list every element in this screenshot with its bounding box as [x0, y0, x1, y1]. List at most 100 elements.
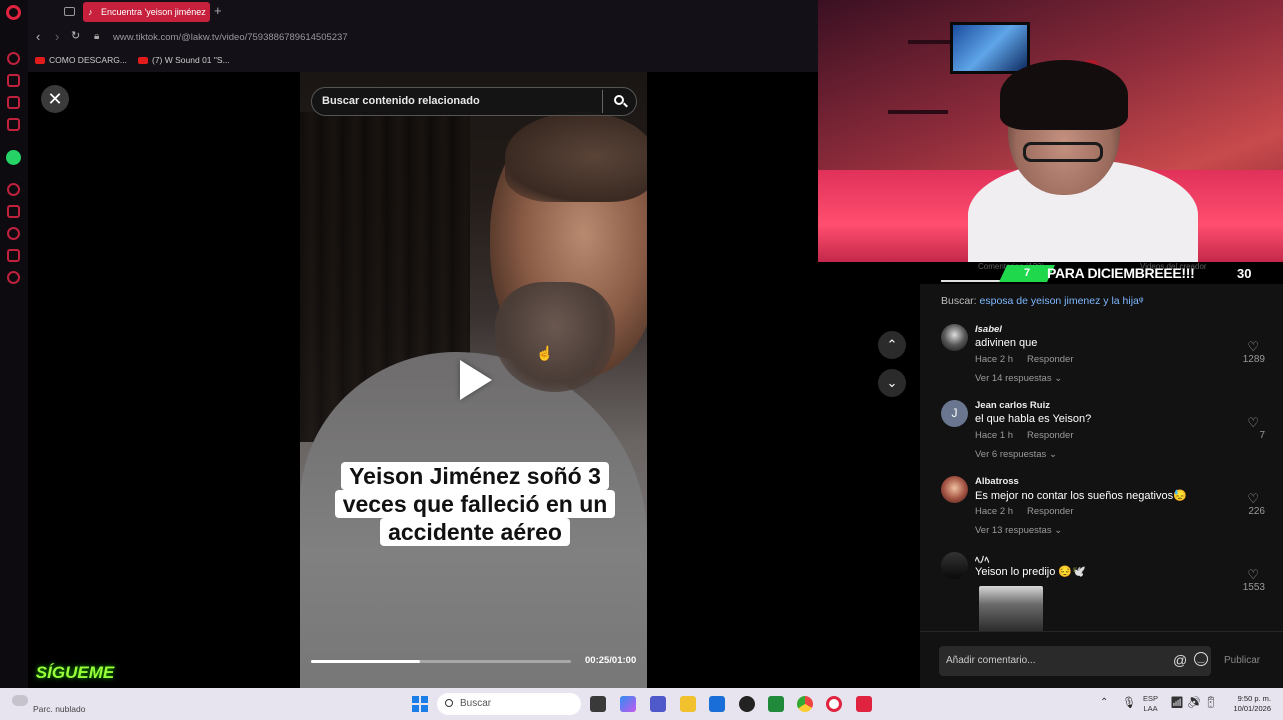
webcam-tv [950, 22, 1030, 74]
next-video-button[interactable]: ⌄ [878, 369, 906, 397]
webcam-overlay [818, 0, 1283, 262]
view-replies-button[interactable]: Ver 6 respuestas ⌄ [975, 449, 1057, 460]
comments-panel: Buscar: esposa de yeison jimenez y la hi… [920, 284, 1283, 688]
reply-button[interactable]: Responder [1027, 506, 1073, 517]
video-person-beard [495, 282, 615, 392]
comment-input[interactable]: Añadir comentario... [939, 646, 1211, 676]
instagram-icon[interactable] [7, 118, 20, 131]
search-icon [445, 699, 453, 707]
url-field[interactable]: www.tiktok.com/@lakw.tv/video/7593886789… [113, 32, 348, 43]
avatar[interactable] [941, 476, 968, 503]
messenger-icon[interactable] [7, 96, 20, 109]
player-icon[interactable] [7, 183, 20, 196]
video-player[interactable]: Buscar contenido relacionado ☝ Yeison Ji… [300, 72, 647, 688]
video-person-hair [505, 112, 647, 202]
reload-icon[interactable]: ↻ [71, 29, 80, 42]
streamer-hair [1000, 60, 1128, 130]
opera-icon[interactable] [826, 696, 842, 712]
weather-text[interactable]: Parc. nublado [33, 704, 85, 714]
xbox-icon[interactable] [768, 696, 784, 712]
bookmark-item[interactable]: COMO DESCARG... [35, 55, 127, 65]
taskbar: Parc. nublado Buscar ⌃ 🎙︎ ESP LAA 📶︎🔊︎🔋︎ … [0, 688, 1283, 720]
back-icon[interactable]: ‹ [36, 29, 40, 44]
new-tab-button[interactable]: + [214, 3, 222, 18]
avatar[interactable] [941, 324, 968, 351]
play-icon[interactable] [460, 360, 492, 400]
settings-icon[interactable] [7, 271, 20, 284]
forward-icon[interactable]: › [55, 29, 59, 44]
like-heart-icon[interactable]: ♡ [1247, 339, 1259, 355]
clock[interactable]: 9:50 p. m. 10/01/2026 [1225, 694, 1271, 714]
comment-text: Es mejor no contar los sueños negativos😓 [975, 490, 1187, 502]
search-small-icon: ᵠ [1138, 295, 1144, 307]
twitch-icon[interactable] [7, 205, 20, 218]
address-bar: ‹ › ↻ 🔒︎ www.tiktok.com/@lakw.tv/video/7… [28, 25, 818, 50]
whatsapp-icon[interactable] [6, 150, 21, 165]
comment-username[interactable]: Isabel [975, 324, 1002, 335]
reply-button[interactable]: Responder [1027, 354, 1073, 365]
search-suggestion-query[interactable]: esposa de yeison jimenez y la hija [980, 295, 1139, 307]
banner-count: 30 [1237, 266, 1252, 281]
comment-text: adivinen que [975, 337, 1038, 349]
video-progress-fill [311, 660, 421, 663]
streamer-glasses [1023, 142, 1103, 162]
like-count: 226 [1248, 506, 1265, 517]
youtube-icon [35, 57, 45, 64]
comment-username[interactable]: Jean carlos Ruiz [975, 400, 1050, 411]
comment-username[interactable]: ﾍﾉﾍ [975, 552, 989, 566]
webcam-shelf [888, 110, 948, 114]
chrome-icon[interactable] [797, 696, 813, 712]
cloud-icon[interactable] [12, 695, 28, 706]
tab-bar: ♪ Encuentra 'yeison jiménez + [28, 0, 818, 25]
microphone-icon[interactable]: 🎙︎ [1122, 696, 1136, 709]
like-heart-icon[interactable]: ♡ [1247, 415, 1259, 431]
taskbar-search[interactable]: Buscar [437, 693, 581, 715]
clock-icon[interactable] [7, 227, 20, 240]
opera-menu-icon[interactable] [6, 5, 21, 20]
tiktok-app-icon[interactable] [856, 696, 872, 712]
windows-start-icon[interactable] [412, 696, 428, 712]
comment-image[interactable] [979, 586, 1043, 632]
copilot-icon[interactable] [620, 696, 636, 712]
avatar[interactable]: J [941, 400, 968, 427]
store-icon[interactable] [709, 696, 725, 712]
send-icon[interactable] [7, 249, 20, 262]
mention-icon[interactable]: @ [1173, 652, 1187, 668]
bag-icon[interactable] [7, 74, 20, 87]
history-icon[interactable] [7, 52, 20, 65]
bookmark-item[interactable]: (7) W Sound 01 "S... [138, 55, 230, 65]
like-heart-icon[interactable]: ♡ [1247, 567, 1259, 583]
video-caption: Yeison Jiménez soñó 3 veces que falleció… [331, 462, 619, 546]
like-heart-icon[interactable]: ♡ [1247, 491, 1259, 507]
file-explorer-icon[interactable] [680, 696, 696, 712]
language-indicator[interactable]: ESP LAA [1143, 694, 1158, 714]
search-icon[interactable] [602, 90, 636, 113]
view-replies-button[interactable]: Ver 13 respuestas ⌄ [975, 525, 1062, 536]
task-view-icon[interactable] [590, 696, 606, 712]
obs-icon[interactable] [739, 696, 755, 712]
emoji-icon[interactable]: ‿ [1194, 652, 1208, 666]
reply-button[interactable]: Responder [1027, 430, 1073, 441]
tab-tiktok[interactable]: ♪ Encuentra 'yeison jiménez [83, 2, 210, 22]
youtube-icon [138, 57, 148, 64]
banner-text: PARA DICIEMBREEE!!! [1047, 265, 1195, 281]
publish-button[interactable]: Publicar [1224, 655, 1260, 666]
previous-video-button[interactable]: ⌃ [878, 331, 906, 359]
view-replies-button[interactable]: Ver 14 respuestas ⌄ [975, 373, 1062, 384]
teams-icon[interactable] [650, 696, 666, 712]
browser-sidebar [0, 0, 28, 688]
bookmarks-bar: COMO DESCARG... (7) W Sound 01 "S... [28, 50, 818, 72]
search-suggestion[interactable]: Buscar: esposa de yeison jimenez y la hi… [941, 295, 1144, 307]
comment-meta: Hace 2 h Responder [975, 506, 1074, 517]
network-volume-battery-icons[interactable]: 📶︎🔊︎🔋︎ [1170, 696, 1221, 709]
comment-text: el que habla es Yeison? [975, 413, 1092, 425]
comment-text: Yeison lo predijo 😔🕊️ [975, 566, 1086, 578]
lock-icon: 🔒︎ [94, 31, 100, 42]
related-search-input[interactable]: Buscar contenido relacionado [311, 87, 637, 116]
workspaces-icon[interactable] [64, 7, 75, 16]
video-progress-bar[interactable] [311, 660, 571, 663]
tray-overflow-icon[interactable]: ⌃ [1100, 697, 1108, 708]
avatar[interactable] [941, 552, 968, 579]
close-button[interactable]: ✕ [41, 85, 69, 113]
comment-username[interactable]: Albatross [975, 476, 1019, 487]
